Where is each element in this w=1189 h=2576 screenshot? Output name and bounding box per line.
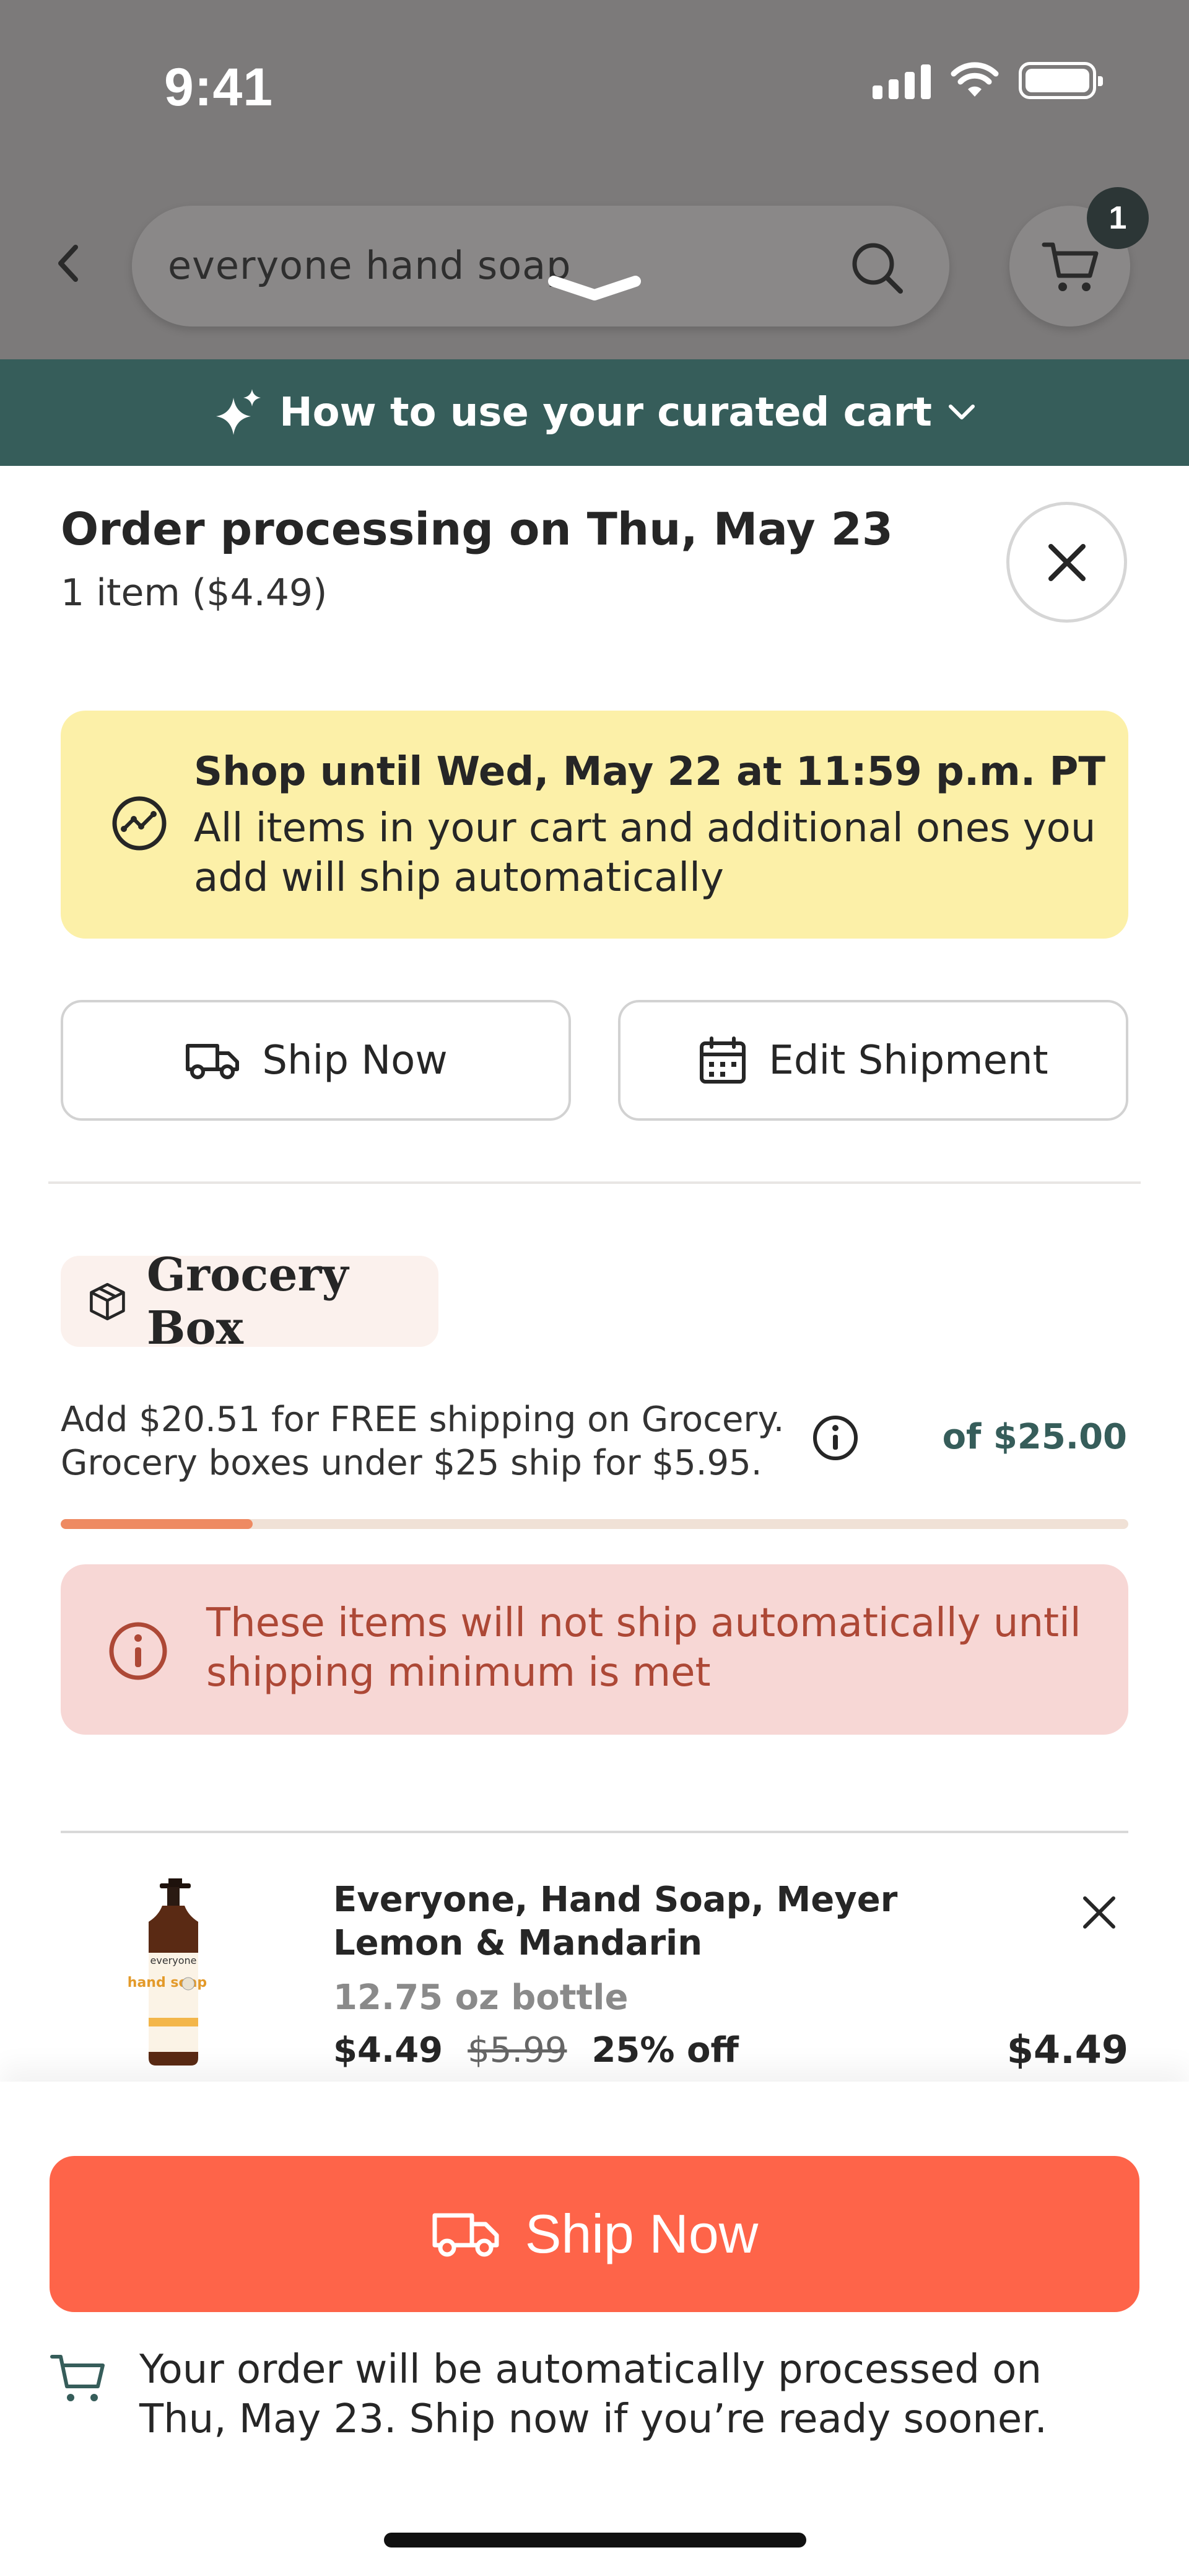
edit-shipment-label: Edit Shipment <box>769 1037 1048 1084</box>
shipping-info-line-1: Add $20.51 for FREE shipping on Grocery. <box>61 1400 785 1440</box>
calendar-icon <box>700 1036 746 1084</box>
item-original-price: $5.99 <box>468 2030 567 2070</box>
shop-until-notice: Shop until Wed, May 22 at 11:59 p.m. PT … <box>61 711 1128 939</box>
truck-icon <box>432 2213 499 2257</box>
shipping-threshold: of $25.00 <box>942 1417 1127 1457</box>
product-brand-text: everyone <box>150 1955 197 1966</box>
shipping-progress-bar <box>61 1519 1128 1529</box>
status-icons <box>873 62 1103 99</box>
curated-cart-label: How to use your curated cart <box>279 390 932 436</box>
search-bar[interactable]: everyone hand soap <box>132 206 949 326</box>
order-subtitle: 1 item ($4.49) <box>61 571 328 615</box>
item-total: $4.49 <box>1006 2027 1128 2072</box>
notice-title: Shop until Wed, May 22 at 11:59 p.m. PT <box>194 749 1105 795</box>
order-title: Order processing on Thu, May 23 <box>61 503 893 555</box>
box-icon <box>90 1282 125 1320</box>
cart-icon <box>50 2355 105 2401</box>
dimmed-background: 9:41 everyone hand soap 1 <box>0 0 1189 359</box>
shipping-progress-fill <box>61 1519 253 1529</box>
sheet-drag-handle-icon[interactable] <box>545 273 644 304</box>
item-price: $4.49 <box>333 2030 443 2070</box>
grocery-box-tag: Grocery Box <box>61 1248 438 1355</box>
warning-text: These items will not ship automatically … <box>206 1600 1081 1696</box>
shipping-info-line-2: Grocery boxes under $25 ship for $5.95. <box>61 1443 762 1483</box>
product-label-text: hand soap <box>128 1975 207 1991</box>
search-input[interactable]: everyone hand soap <box>168 243 571 288</box>
item-size: 12.75 oz bottle <box>333 1978 629 2018</box>
info-icon <box>109 1622 167 1680</box>
battery-icon <box>1019 62 1103 99</box>
edit-shipment-button[interactable]: Edit Shipment <box>618 1000 1128 1121</box>
status-time: 9:41 <box>164 58 274 117</box>
ship-now-primary-button[interactable]: Ship Now <box>50 2156 1139 2312</box>
home-indicator[interactable] <box>384 2533 806 2548</box>
notice-body: All items in your cart and additional on… <box>194 805 1096 901</box>
chevron-left-icon <box>58 245 78 282</box>
cart-count-badge: 1 <box>1087 187 1149 249</box>
ship-now-primary-label: Ship Now <box>525 2203 759 2264</box>
truck-icon <box>186 1043 240 1079</box>
item-prices: $4.49 $5.99 25% off <box>333 2030 739 2070</box>
curated-cart-help-bar[interactable]: How to use your curated cart <box>0 359 1189 466</box>
back-button[interactable] <box>50 239 87 288</box>
cart-icon <box>1042 242 1098 291</box>
ship-now-label: Ship Now <box>262 1037 448 1084</box>
wifi-icon <box>951 62 999 97</box>
cellular-signal-icon <box>873 62 931 99</box>
shipping-minimum-warning: These items will not ship automatically … <box>61 1564 1128 1735</box>
divider <box>48 1181 1141 1184</box>
shipping-info-text: Add $20.51 for FREE shipping on Grocery.… <box>61 1398 829 1485</box>
ship-now-button[interactable]: Ship Now <box>61 1000 571 1121</box>
grocery-box-label: Grocery Box <box>146 1248 349 1355</box>
info-icon[interactable] <box>811 1414 860 1462</box>
remove-item-close-icon[interactable] <box>1078 1891 1121 1934</box>
product-image[interactable]: everyone hand soap <box>124 1878 223 2067</box>
sparkle-icon <box>216 389 261 435</box>
item-name[interactable]: Everyone, Hand Soap, Meyer Lemon & Manda… <box>333 1878 1027 1965</box>
close-button[interactable] <box>1006 502 1127 623</box>
search-icon[interactable] <box>847 238 906 297</box>
divider <box>61 1831 1128 1833</box>
auto-process-note: Your order will be automatically process… <box>139 2347 1047 2442</box>
chevron-down-icon <box>948 405 975 419</box>
bottom-action-bar: Ship Now Your order will be automaticall… <box>0 2082 1189 2576</box>
clock-chart-icon <box>112 796 167 851</box>
close-icon <box>1048 543 1086 581</box>
item-discount: 25% off <box>591 2030 739 2070</box>
